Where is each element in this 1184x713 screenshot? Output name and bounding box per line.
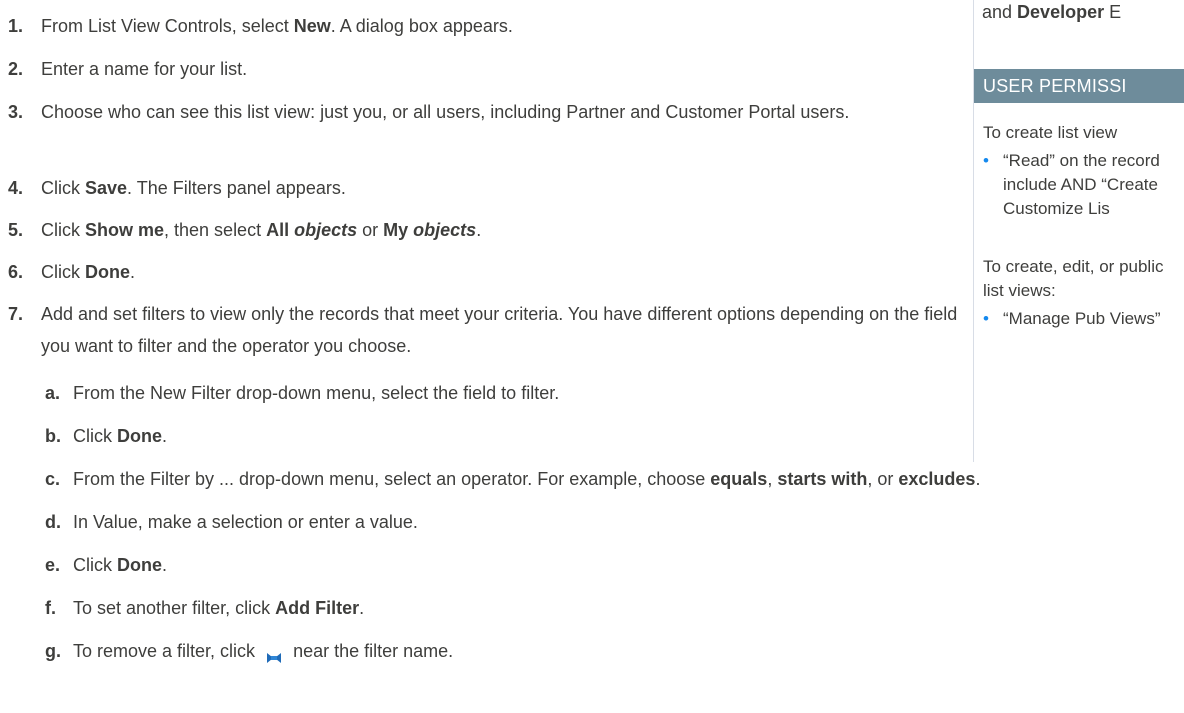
user-permissions-header: USER PERMISSI	[974, 69, 1184, 103]
step-number: 5.	[8, 220, 24, 240]
permission-create-list-views: To create list view • “Read” on the reco…	[983, 121, 1184, 221]
step-1: 1. From List View Controls, select New. A…	[8, 10, 513, 42]
step-number: 6.	[8, 262, 24, 282]
editions-text: and Developer E	[982, 2, 1122, 22]
done-action: Done	[117, 555, 162, 575]
excludes-operator: excludes	[898, 469, 976, 489]
step-4: 4. Click Save. The Filters panel appears.	[8, 172, 346, 204]
permission-public-list-views: To create, edit, or public list views: •…	[983, 255, 1184, 331]
permission-item: • “Manage Pub Views”	[983, 307, 1184, 331]
substep-a: a. From the New Filter drop-down menu, se…	[45, 383, 560, 403]
bullet-icon: •	[983, 309, 989, 328]
bullet-icon: •	[983, 151, 989, 170]
step-number: 1.	[8, 16, 24, 36]
step-number: 7.	[8, 304, 24, 324]
substep-g: g. To remove a filter, click near the fil…	[45, 635, 453, 667]
permission-item: • “Read” on the record include AND “Crea…	[983, 151, 1160, 218]
equals-operator: equals	[710, 469, 768, 489]
add-filter-action: Add Filter	[275, 598, 360, 618]
step-number: 2.	[8, 59, 24, 79]
my-objects-option: My objects	[383, 220, 477, 240]
step-3: 3. Choose who can see this list view: jus…	[8, 96, 951, 128]
done-action: Done	[85, 262, 130, 282]
show-me-action: Show me	[85, 220, 165, 240]
substep-c: c. From the Filter by ... drop-down menu,…	[45, 469, 981, 489]
new-action: New	[293, 16, 331, 36]
step-5: 5. Click Show me, then select All objects…	[8, 214, 481, 246]
step-number: 4.	[8, 178, 24, 198]
step-6: 6. Click Done.	[8, 256, 135, 288]
substep-d: d. In Value, make a selection or enter a …	[45, 512, 418, 532]
step-number: 3.	[8, 102, 24, 122]
all-objects-option: All objects	[266, 220, 358, 240]
starts-with-operator: starts with	[777, 469, 868, 489]
remove-filter-icon	[264, 643, 284, 664]
editions-permissions-sidebar: and Developer E USER PERMISSI To create …	[973, 0, 1184, 462]
substep-b: b. Click Done.	[45, 426, 168, 446]
save-action: Save	[85, 178, 128, 198]
step-7: 7. Add and set filters to view only the r…	[8, 298, 961, 362]
step-2: 2. Enter a name for your list.	[8, 53, 247, 85]
substep-f: f. To set another filter, click Add Filte…	[45, 598, 365, 618]
done-action: Done	[117, 426, 162, 446]
substep-e: e. Click Done.	[45, 555, 168, 575]
document-page: 1. From List View Controls, select New. A…	[0, 0, 1184, 713]
